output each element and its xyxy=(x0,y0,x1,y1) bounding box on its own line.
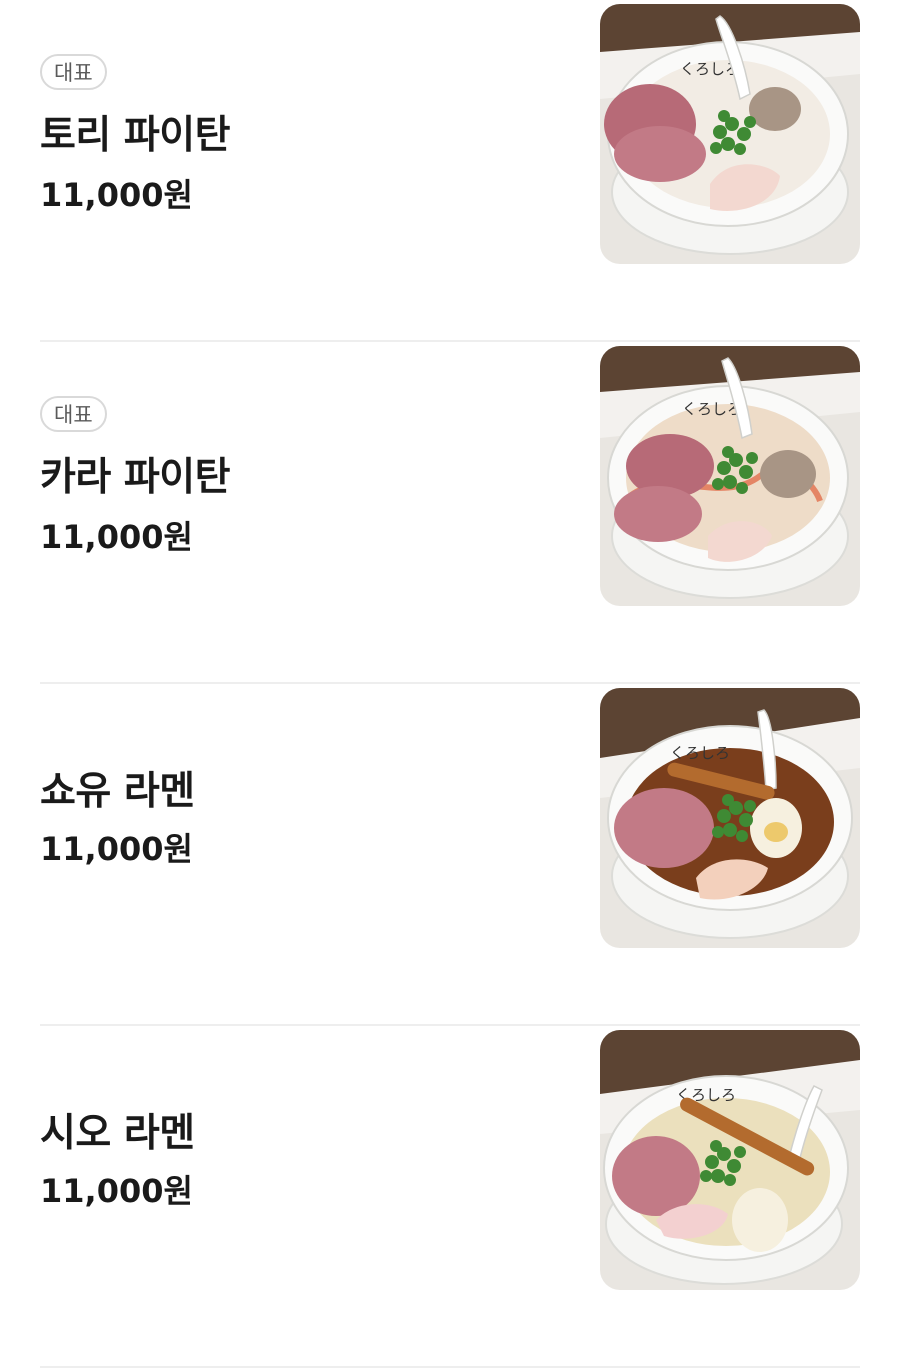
menu-item-photo[interactable]: くろしろ xyxy=(600,346,860,606)
menu-item-info: 대표 카라 파이탄 11,000원 xyxy=(40,342,560,684)
menu-item-kara-paitan[interactable]: 대표 카라 파이탄 11,000원 くろしろ xyxy=(0,342,900,684)
signature-badge: 대표 xyxy=(40,54,107,90)
menu-list: 대표 토리 파이탄 11,000원 くろしろ 대표 카라 파이탄 11,000원… xyxy=(0,0,900,1368)
menu-item-photo[interactable]: くろしろ xyxy=(600,1030,860,1290)
menu-item-photo[interactable]: くろしろ xyxy=(600,688,860,948)
menu-item-info: 대표 토리 파이탄 11,000원 xyxy=(40,0,560,342)
menu-item-tori-paitan[interactable]: 대표 토리 파이탄 11,000원 くろしろ xyxy=(0,0,900,342)
menu-item-name: 시오 라멘 xyxy=(40,1111,195,1156)
bowl-logo: くろしろ xyxy=(670,744,730,762)
menu-item-price: 11,000원 xyxy=(40,830,193,868)
menu-item-shio-ramen[interactable]: 시오 라멘 11,000원 くろしろ xyxy=(0,1026,900,1368)
menu-item-name: 카라 파이탄 xyxy=(40,455,230,500)
menu-item-info: 쇼유 라멘 11,000원 xyxy=(40,684,560,1026)
menu-item-name: 토리 파이탄 xyxy=(40,113,230,158)
menu-item-price: 11,000원 xyxy=(40,1172,193,1210)
menu-item-info: 시오 라멘 11,000원 xyxy=(40,1026,560,1368)
menu-item-photo[interactable]: くろしろ xyxy=(600,4,860,264)
menu-item-name: 쇼유 라멘 xyxy=(40,769,195,814)
menu-item-price: 11,000원 xyxy=(40,518,193,556)
signature-badge: 대표 xyxy=(40,396,107,432)
menu-item-shoyu-ramen[interactable]: 쇼유 라멘 11,000원 くろしろ xyxy=(0,684,900,1026)
menu-item-price: 11,000원 xyxy=(40,176,193,214)
